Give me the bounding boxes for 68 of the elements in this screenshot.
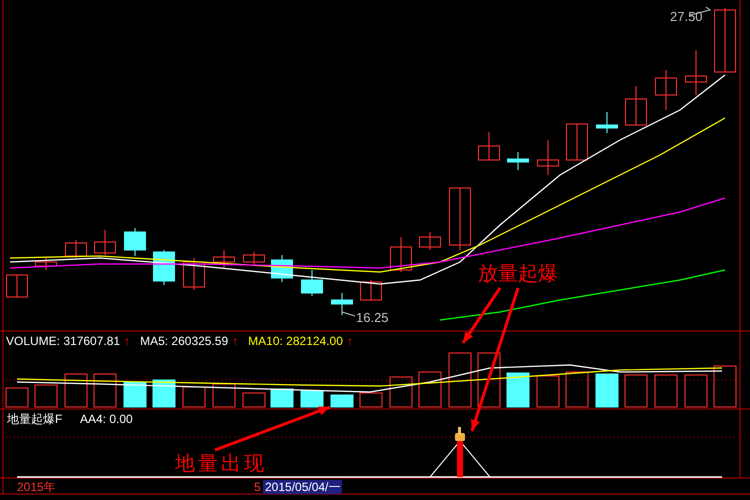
candlestick	[449, 188, 471, 250]
volume-bar	[212, 384, 236, 408]
volume-bar	[6, 388, 28, 408]
volume-bar	[360, 392, 382, 408]
volume-bar	[242, 392, 266, 408]
candlestick	[94, 230, 116, 256]
candlestick	[537, 140, 559, 176]
volume-bar	[478, 352, 500, 408]
volume-bar	[270, 388, 294, 408]
volume-bar	[64, 374, 88, 408]
year-label: 2015年	[17, 481, 56, 493]
candlestick	[478, 132, 500, 160]
annotation-text: 放量起爆	[478, 264, 558, 284]
volume-bar	[596, 374, 618, 408]
volume-bar	[182, 386, 206, 408]
candlestick	[685, 50, 707, 96]
indicator-value: AA4: 0.00	[80, 413, 133, 425]
candlestick	[301, 270, 323, 296]
volume-bar	[536, 376, 560, 408]
volume-bar	[34, 384, 58, 408]
candlestick	[714, 8, 736, 72]
hand-pointer-icon	[455, 427, 465, 441]
candlestick	[183, 258, 205, 290]
candlestick	[331, 292, 353, 316]
volume-bar	[448, 352, 472, 408]
candlestick	[6, 274, 28, 298]
candlestick	[625, 86, 647, 126]
candlestick	[419, 232, 441, 250]
candlestick	[566, 124, 588, 160]
volume-bar	[390, 376, 412, 408]
volume-bar	[654, 374, 678, 408]
month-marker: 5	[254, 481, 261, 493]
indicator-value: VOLUME: 317607.81	[6, 335, 120, 347]
candlestick	[360, 280, 382, 300]
candlestick	[655, 70, 677, 110]
volume-bar	[418, 372, 442, 408]
volume-bar	[624, 374, 648, 408]
candlestick	[65, 240, 87, 258]
indicator-value: MA10: 282124.00	[248, 335, 343, 347]
candlestick	[213, 250, 235, 268]
up-arrow-icon: ↑	[346, 335, 353, 347]
date-label: 2015/05/04/一	[263, 480, 342, 494]
candlestick	[35, 258, 57, 270]
volume-bar	[124, 382, 146, 408]
pointer-icon	[342, 308, 356, 316]
candlestick	[271, 254, 293, 282]
volume-bar	[566, 372, 588, 408]
indicator-title: 地量起爆F	[7, 413, 62, 425]
annotation-text: 地量出现	[175, 454, 267, 474]
candlestick	[124, 228, 146, 256]
volume-bar	[330, 394, 354, 408]
price-label: 16.25	[356, 311, 389, 324]
candlestick	[507, 152, 529, 170]
up-arrow-icon: ↑	[232, 335, 238, 347]
volume-bar	[506, 372, 530, 408]
candlestick	[596, 112, 618, 134]
volume-bar	[94, 374, 116, 408]
indicator-value: MA5: 260325.59	[140, 335, 228, 347]
volume-bar	[684, 374, 708, 408]
volume-bar	[152, 380, 176, 408]
candlestick	[243, 252, 265, 266]
signal-peak-drawing	[430, 440, 490, 478]
candlestick	[390, 236, 412, 272]
volume-bar	[300, 390, 324, 408]
volume-bar	[714, 366, 736, 408]
candlestick	[153, 250, 175, 286]
up-arrow-icon: ↑	[124, 335, 130, 347]
price-label: 27.50	[670, 10, 703, 23]
